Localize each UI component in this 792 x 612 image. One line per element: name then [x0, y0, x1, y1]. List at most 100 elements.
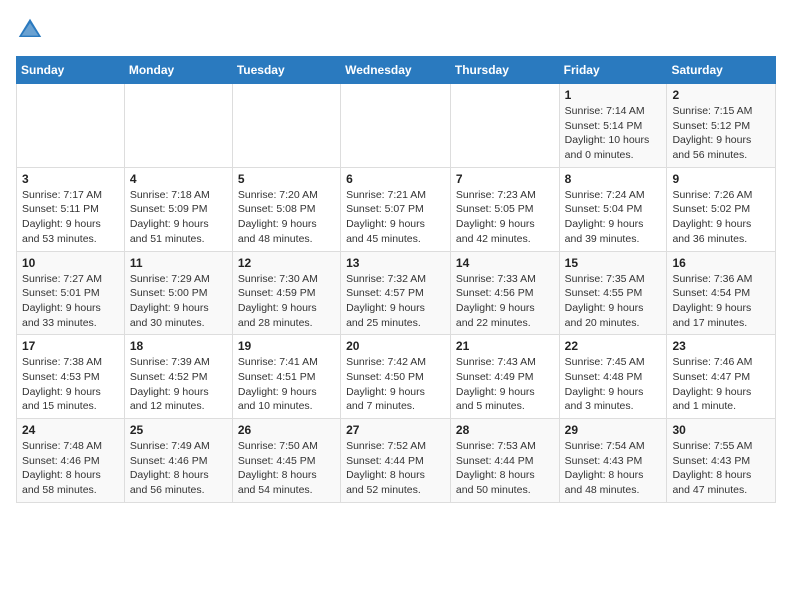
day-cell: 14 Sunrise: 7:33 AM Sunset: 4:56 PM Dayli… [450, 251, 559, 335]
day-cell [17, 84, 125, 168]
day-info: Sunrise: 7:42 AM Sunset: 4:50 PM Dayligh… [346, 355, 445, 414]
day-number: 18 [130, 339, 227, 353]
day-cell: 29 Sunrise: 7:54 AM Sunset: 4:43 PM Dayli… [559, 419, 667, 503]
day-cell: 4Sunrise: 7:18 AM Sunset: 5:09 PM Daylig… [124, 167, 232, 251]
day-cell: 26 Sunrise: 7:50 AM Sunset: 4:45 PM Dayli… [232, 419, 340, 503]
col-header-tuesday: Tuesday [232, 57, 340, 84]
day-cell: 22 Sunrise: 7:45 AM Sunset: 4:48 PM Dayli… [559, 335, 667, 419]
header [16, 16, 776, 44]
day-number: 25 [130, 423, 227, 437]
day-cell: 10 Sunrise: 7:27 AM Sunset: 5:01 PM Dayli… [17, 251, 125, 335]
day-info: Sunrise: 7:38 AM Sunset: 4:53 PM Dayligh… [22, 355, 119, 414]
day-cell: 11 Sunrise: 7:29 AM Sunset: 5:00 PM Dayli… [124, 251, 232, 335]
day-info: Sunrise: 7:23 AM Sunset: 5:05 PM Dayligh… [456, 188, 554, 247]
col-header-sunday: Sunday [17, 57, 125, 84]
day-info: Sunrise: 7:54 AM Sunset: 4:43 PM Dayligh… [565, 439, 662, 498]
day-cell: 9 Sunrise: 7:26 AM Sunset: 5:02 PM Daylig… [667, 167, 776, 251]
day-info: Sunrise: 7:39 AM Sunset: 4:52 PM Dayligh… [130, 355, 227, 414]
day-info: Sunrise: 7:50 AM Sunset: 4:45 PM Dayligh… [238, 439, 335, 498]
day-info: Sunrise: 7:20 AM Sunset: 5:08 PM Dayligh… [238, 188, 335, 247]
day-cell: 8 Sunrise: 7:24 AM Sunset: 5:04 PM Daylig… [559, 167, 667, 251]
day-info: Sunrise: 7:53 AM Sunset: 4:44 PM Dayligh… [456, 439, 554, 498]
day-info: Sunrise: 7:55 AM Sunset: 4:43 PM Dayligh… [672, 439, 770, 498]
day-number: 5 [238, 172, 335, 186]
day-info: Sunrise: 7:45 AM Sunset: 4:48 PM Dayligh… [565, 355, 662, 414]
day-number: 22 [565, 339, 662, 353]
day-number: 9 [672, 172, 770, 186]
day-number: 2 [672, 88, 770, 102]
day-info: Sunrise: 7:21 AM Sunset: 5:07 PM Dayligh… [346, 188, 445, 247]
day-cell: 13 Sunrise: 7:32 AM Sunset: 4:57 PM Dayli… [341, 251, 451, 335]
day-cell [450, 84, 559, 168]
day-number: 14 [456, 256, 554, 270]
day-cell: 7 Sunrise: 7:23 AM Sunset: 5:05 PM Daylig… [450, 167, 559, 251]
day-cell: 16 Sunrise: 7:36 AM Sunset: 4:54 PM Dayli… [667, 251, 776, 335]
day-info: Sunrise: 7:49 AM Sunset: 4:46 PM Dayligh… [130, 439, 227, 498]
day-info: Sunrise: 7:46 AM Sunset: 4:47 PM Dayligh… [672, 355, 770, 414]
day-number: 30 [672, 423, 770, 437]
day-info: Sunrise: 7:30 AM Sunset: 4:59 PM Dayligh… [238, 272, 335, 331]
day-number: 10 [22, 256, 119, 270]
day-info: Sunrise: 7:48 AM Sunset: 4:46 PM Dayligh… [22, 439, 119, 498]
day-info: Sunrise: 7:24 AM Sunset: 5:04 PM Dayligh… [565, 188, 662, 247]
day-number: 13 [346, 256, 445, 270]
day-info: Sunrise: 7:26 AM Sunset: 5:02 PM Dayligh… [672, 188, 770, 247]
day-info: Sunrise: 7:33 AM Sunset: 4:56 PM Dayligh… [456, 272, 554, 331]
day-info: Sunrise: 7:17 AM Sunset: 5:11 PM Dayligh… [22, 188, 119, 247]
day-cell: 6 Sunrise: 7:21 AM Sunset: 5:07 PM Daylig… [341, 167, 451, 251]
day-number: 23 [672, 339, 770, 353]
day-cell: 24 Sunrise: 7:48 AM Sunset: 4:46 PM Dayli… [17, 419, 125, 503]
day-cell: 28Sunrise: 7:53 AM Sunset: 4:44 PM Dayli… [450, 419, 559, 503]
day-info: Sunrise: 7:29 AM Sunset: 5:00 PM Dayligh… [130, 272, 227, 331]
week-row-1: 1 Sunrise: 7:14 AM Sunset: 5:14 PM Daylig… [17, 84, 776, 168]
day-info: Sunrise: 7:41 AM Sunset: 4:51 PM Dayligh… [238, 355, 335, 414]
day-info: Sunrise: 7:32 AM Sunset: 4:57 PM Dayligh… [346, 272, 445, 331]
day-number: 29 [565, 423, 662, 437]
day-cell [232, 84, 340, 168]
week-row-4: 17 Sunrise: 7:38 AM Sunset: 4:53 PM Dayli… [17, 335, 776, 419]
day-cell: 27Sunrise: 7:52 AM Sunset: 4:44 PM Dayli… [341, 419, 451, 503]
day-number: 15 [565, 256, 662, 270]
day-cell: 23 Sunrise: 7:46 AM Sunset: 4:47 PM Dayli… [667, 335, 776, 419]
day-number: 16 [672, 256, 770, 270]
day-cell: 12 Sunrise: 7:30 AM Sunset: 4:59 PM Dayli… [232, 251, 340, 335]
day-info: Sunrise: 7:14 AM Sunset: 5:14 PM Dayligh… [565, 104, 662, 163]
day-cell: 19 Sunrise: 7:41 AM Sunset: 4:51 PM Dayli… [232, 335, 340, 419]
day-number: 19 [238, 339, 335, 353]
day-cell: 20Sunrise: 7:42 AM Sunset: 4:50 PM Dayli… [341, 335, 451, 419]
day-cell: 3 Sunrise: 7:17 AM Sunset: 5:11 PM Daylig… [17, 167, 125, 251]
day-cell: 5 Sunrise: 7:20 AM Sunset: 5:08 PM Daylig… [232, 167, 340, 251]
logo [16, 16, 48, 44]
day-number: 7 [456, 172, 554, 186]
col-header-monday: Monday [124, 57, 232, 84]
col-header-friday: Friday [559, 57, 667, 84]
day-number: 3 [22, 172, 119, 186]
calendar-header-row: SundayMondayTuesdayWednesdayThursdayFrid… [17, 57, 776, 84]
day-number: 17 [22, 339, 119, 353]
day-cell [124, 84, 232, 168]
day-number: 6 [346, 172, 445, 186]
day-cell: 18 Sunrise: 7:39 AM Sunset: 4:52 PM Dayli… [124, 335, 232, 419]
day-number: 21 [456, 339, 554, 353]
day-number: 26 [238, 423, 335, 437]
calendar-table: SundayMondayTuesdayWednesdayThursdayFrid… [16, 56, 776, 503]
day-number: 27 [346, 423, 445, 437]
day-cell: 30 Sunrise: 7:55 AM Sunset: 4:43 PM Dayli… [667, 419, 776, 503]
day-info: Sunrise: 7:27 AM Sunset: 5:01 PM Dayligh… [22, 272, 119, 331]
day-cell: 25 Sunrise: 7:49 AM Sunset: 4:46 PM Dayli… [124, 419, 232, 503]
day-number: 4 [130, 172, 227, 186]
day-number: 8 [565, 172, 662, 186]
week-row-3: 10 Sunrise: 7:27 AM Sunset: 5:01 PM Dayli… [17, 251, 776, 335]
day-cell: 21 Sunrise: 7:43 AM Sunset: 4:49 PM Dayli… [450, 335, 559, 419]
day-info: Sunrise: 7:15 AM Sunset: 5:12 PM Dayligh… [672, 104, 770, 163]
day-number: 1 [565, 88, 662, 102]
col-header-saturday: Saturday [667, 57, 776, 84]
day-cell: 15Sunrise: 7:35 AM Sunset: 4:55 PM Dayli… [559, 251, 667, 335]
day-info: Sunrise: 7:43 AM Sunset: 4:49 PM Dayligh… [456, 355, 554, 414]
day-number: 11 [130, 256, 227, 270]
day-cell: 2 Sunrise: 7:15 AM Sunset: 5:12 PM Daylig… [667, 84, 776, 168]
day-number: 24 [22, 423, 119, 437]
day-number: 12 [238, 256, 335, 270]
day-cell: 1 Sunrise: 7:14 AM Sunset: 5:14 PM Daylig… [559, 84, 667, 168]
day-info: Sunrise: 7:36 AM Sunset: 4:54 PM Dayligh… [672, 272, 770, 331]
